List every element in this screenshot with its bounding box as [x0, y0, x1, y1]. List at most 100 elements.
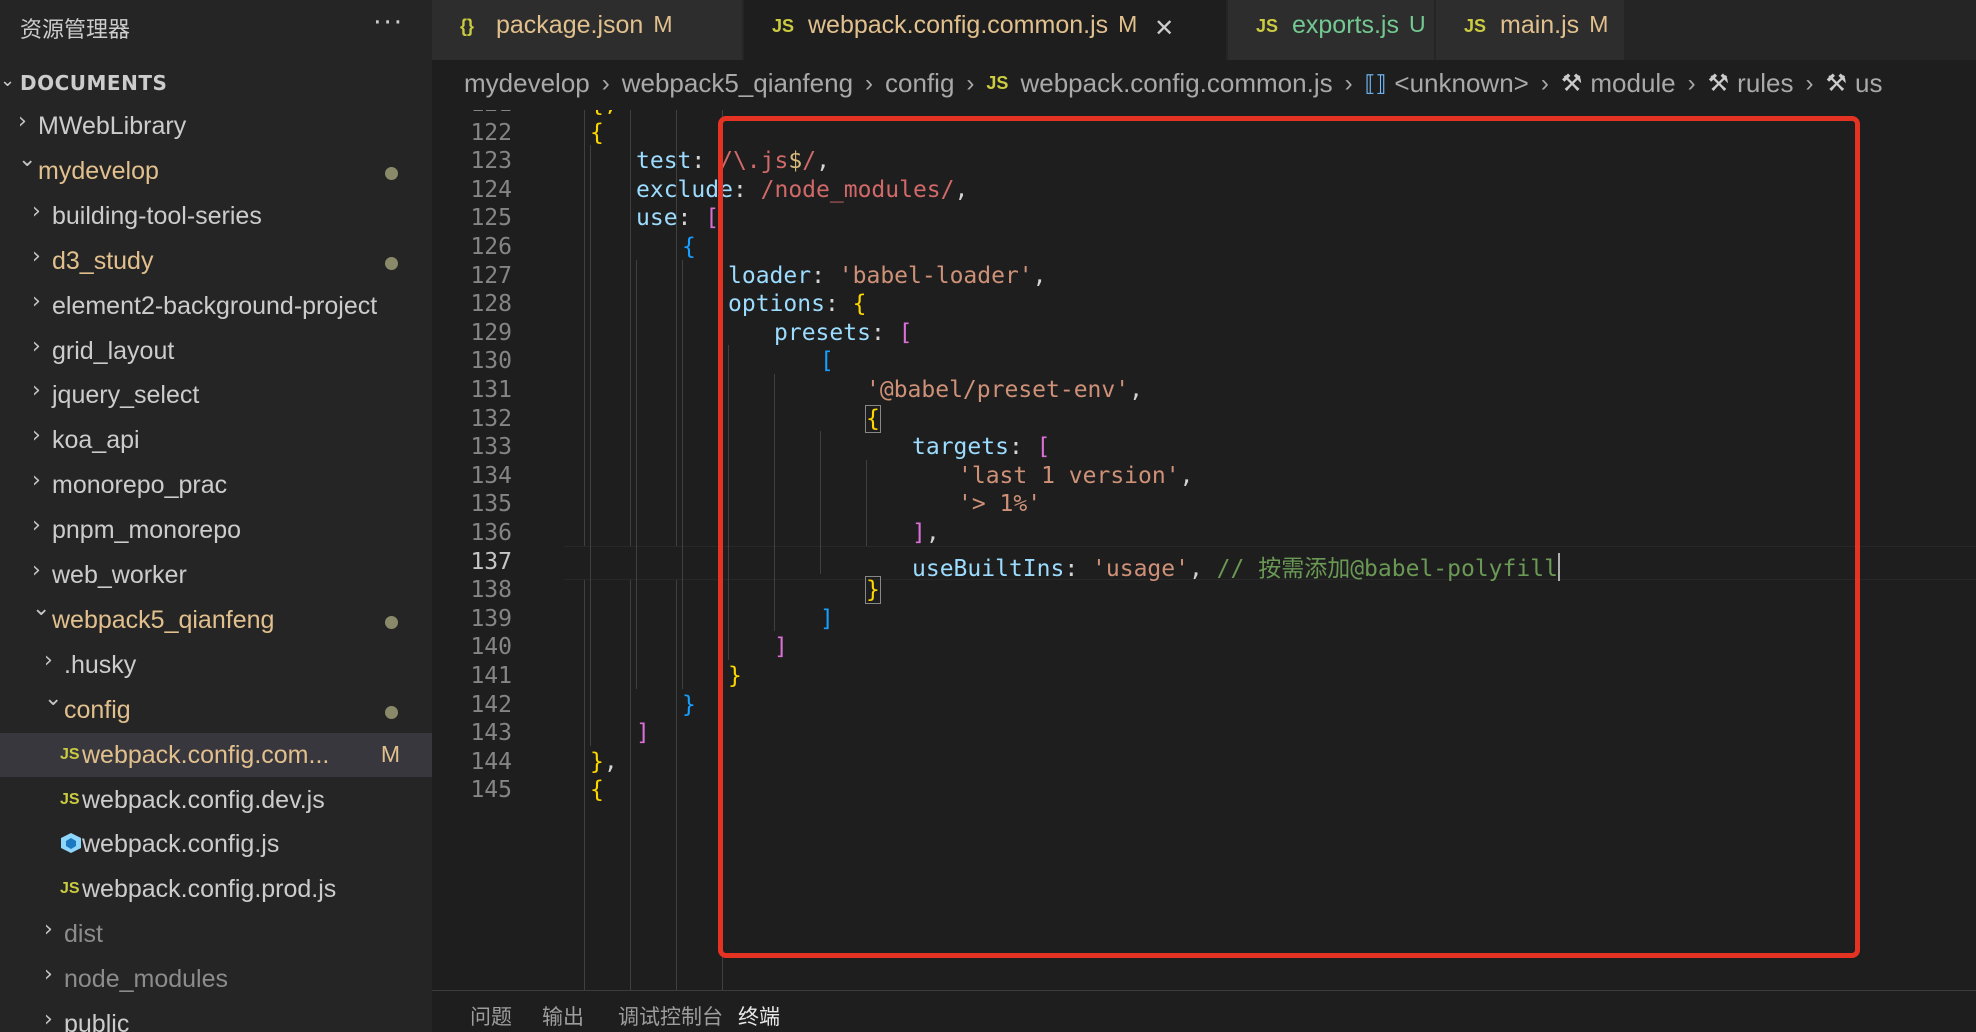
wrench-icon: ⚒ — [1825, 70, 1848, 97]
tree-folder[interactable]: › .husky — [0, 643, 432, 687]
breadcrumb-item[interactable]: <unknown> — [1394, 68, 1528, 99]
chevron-right-icon: › — [1805, 69, 1814, 97]
chevron-right-icon: › — [601, 69, 610, 97]
symbol-variable-icon: ⟦⟧ — [1364, 70, 1387, 96]
tab-package-json[interactable]: {} package.json M — [432, 0, 742, 60]
breadcrumb-item[interactable]: webpack5_qianfeng — [622, 68, 853, 99]
tree-folder[interactable]: › grid_layout — [0, 329, 432, 373]
line-number: 135 — [470, 491, 512, 518]
chevron-right-icon: › — [32, 423, 41, 449]
tree-folder[interactable]: ⌄ mydevelop — [0, 147, 432, 193]
tree-item-label: public — [64, 1010, 130, 1032]
git-status-badge: M — [1589, 11, 1609, 37]
code-token: : — [677, 205, 706, 232]
explorer-sidebar: 资源管理器 ··· ⌄ DOCUMENTS › MWebLibrary ⌄ mydev… — [0, 0, 432, 1032]
line-number: 140 — [470, 634, 512, 661]
tree-item-label: jquery_select — [52, 381, 200, 410]
chevron-right-icon: › — [1687, 69, 1696, 97]
modified-dot-icon — [385, 615, 398, 629]
tree-file[interactable]: JS webpack.config.dev.js — [0, 778, 432, 822]
breadcrumb: mydevelop › webpack5_qianfeng › config › JS web… — [432, 60, 1976, 110]
line-number: 142 — [470, 691, 512, 718]
js-file-icon: JS — [772, 16, 795, 36]
panel-tab[interactable]: 问题 — [470, 1001, 512, 1031]
js-file-icon: JS — [986, 73, 1009, 93]
section-documents[interactable]: ⌄ DOCUMENTS — [0, 66, 432, 102]
modified-dot-icon — [385, 705, 398, 719]
tree-folder[interactable]: › building-tool-series — [0, 194, 432, 238]
breadcrumb-item[interactable]: webpack.config.common.js — [1020, 68, 1332, 99]
js-file-icon: JS — [1256, 16, 1279, 36]
code-token: use — [636, 205, 678, 232]
chevron-right-icon: › — [32, 333, 41, 359]
tree-folder[interactable]: › jquery_select — [0, 373, 432, 417]
tree-folder[interactable]: › node_modules — [0, 957, 432, 1001]
breadcrumb-item[interactable]: rules — [1737, 68, 1793, 99]
close-icon[interactable]: ✕ — [1154, 14, 1174, 42]
tree-item-label: webpack.config.prod.js — [82, 875, 337, 904]
line-number: 139 — [470, 605, 512, 632]
tree-item-label: node_modules — [64, 965, 229, 994]
tree-folder[interactable]: › koa_api — [0, 418, 432, 462]
tree-item-label: MWebLibrary — [38, 112, 187, 140]
tree-folder[interactable]: › MWebLibrary — [0, 104, 432, 148]
line-number: 141 — [470, 663, 512, 689]
tree-item-label: webpack5_qianfeng — [52, 605, 275, 634]
chevron-down-icon: ⌄ — [0, 70, 16, 91]
chevron-right-icon: › — [32, 558, 41, 583]
explorer-title: 资源管理器 — [20, 18, 131, 43]
tab-label: exports.js — [1292, 11, 1399, 39]
tab-main-js[interactable]: JS main.js M — [1436, 0, 1624, 60]
tree-file[interactable]: JS webpack.config.prod.js — [0, 867, 432, 911]
chevron-right-icon: › — [865, 69, 874, 97]
section-title: DOCUMENTS — [20, 71, 168, 95]
chevron-right-icon: › — [966, 69, 975, 97]
breadcrumb-item[interactable]: us — [1855, 68, 1882, 99]
tree-folder[interactable]: › monorepo_prac — [0, 463, 432, 507]
tree-folder[interactable]: ⌄ webpack5_qianfeng — [0, 595, 432, 642]
tree-folder[interactable]: › element2-background-project — [0, 284, 432, 328]
tree-item-label: mydevelop — [38, 156, 159, 185]
tree-item-label: dist — [64, 920, 103, 949]
line-number: 127 — [470, 262, 512, 289]
line-number: 128 — [470, 291, 512, 318]
wrench-icon: ⚒ — [1560, 70, 1583, 97]
tree-folder[interactable]: › dist — [0, 912, 432, 956]
tree-item-label: web_worker — [52, 561, 187, 589]
tree-folder[interactable]: › web_worker — [0, 553, 432, 597]
code-token: : — [691, 148, 720, 175]
panel-tab[interactable]: 输出 — [542, 1001, 584, 1031]
breadcrumb-item[interactable]: module — [1590, 68, 1675, 99]
panel-tab[interactable]: 终端 — [738, 1001, 780, 1031]
breadcrumb-item[interactable]: mydevelop — [464, 68, 590, 99]
tab-label: package.json — [496, 11, 644, 39]
code-content: } — [682, 692, 696, 718]
line-number: 124 — [470, 176, 512, 203]
tree-folder[interactable]: › pnpm_monorepo — [0, 508, 432, 552]
tab-label: webpack.config.common.js — [808, 11, 1109, 39]
json-file-icon: {} — [460, 16, 475, 36]
breadcrumb-item[interactable]: config — [885, 68, 954, 99]
chevron-down-icon: ⌄ — [32, 595, 51, 621]
tree-folder[interactable]: › public — [0, 1002, 432, 1032]
more-actions-icon[interactable]: ··· — [373, 8, 404, 38]
code-token: ] — [636, 720, 650, 747]
tree-file[interactable]: JS webpack.config.com... M — [0, 732, 432, 777]
tree-item-label: .husky — [64, 650, 137, 679]
panel-tab[interactable]: 调试控制台 — [618, 1001, 723, 1031]
tree-folder[interactable]: › d3_study — [0, 239, 432, 283]
tree-folder[interactable]: ⌄ config — [0, 686, 432, 732]
code-token: { — [682, 234, 696, 260]
tab-webpack-config-common-js[interactable]: JS webpack.config.common.js M ✕ — [744, 0, 1226, 60]
tab-exports-js[interactable]: JS exports.js U — [1228, 0, 1434, 60]
line-number: 138 — [470, 577, 512, 604]
tree-item-label: koa_api — [52, 426, 140, 455]
line-number: 126 — [470, 234, 512, 260]
indent-guide — [590, 145, 591, 746]
tree-file[interactable]: webpack.config.js — [0, 822, 432, 866]
tree-item-label: building-tool-series — [52, 201, 262, 230]
line-number: 137 — [470, 548, 512, 575]
tree-item-label: webpack.config.js — [82, 830, 280, 859]
code-content: ] — [636, 720, 650, 746]
chevron-right-icon: › — [32, 288, 41, 314]
